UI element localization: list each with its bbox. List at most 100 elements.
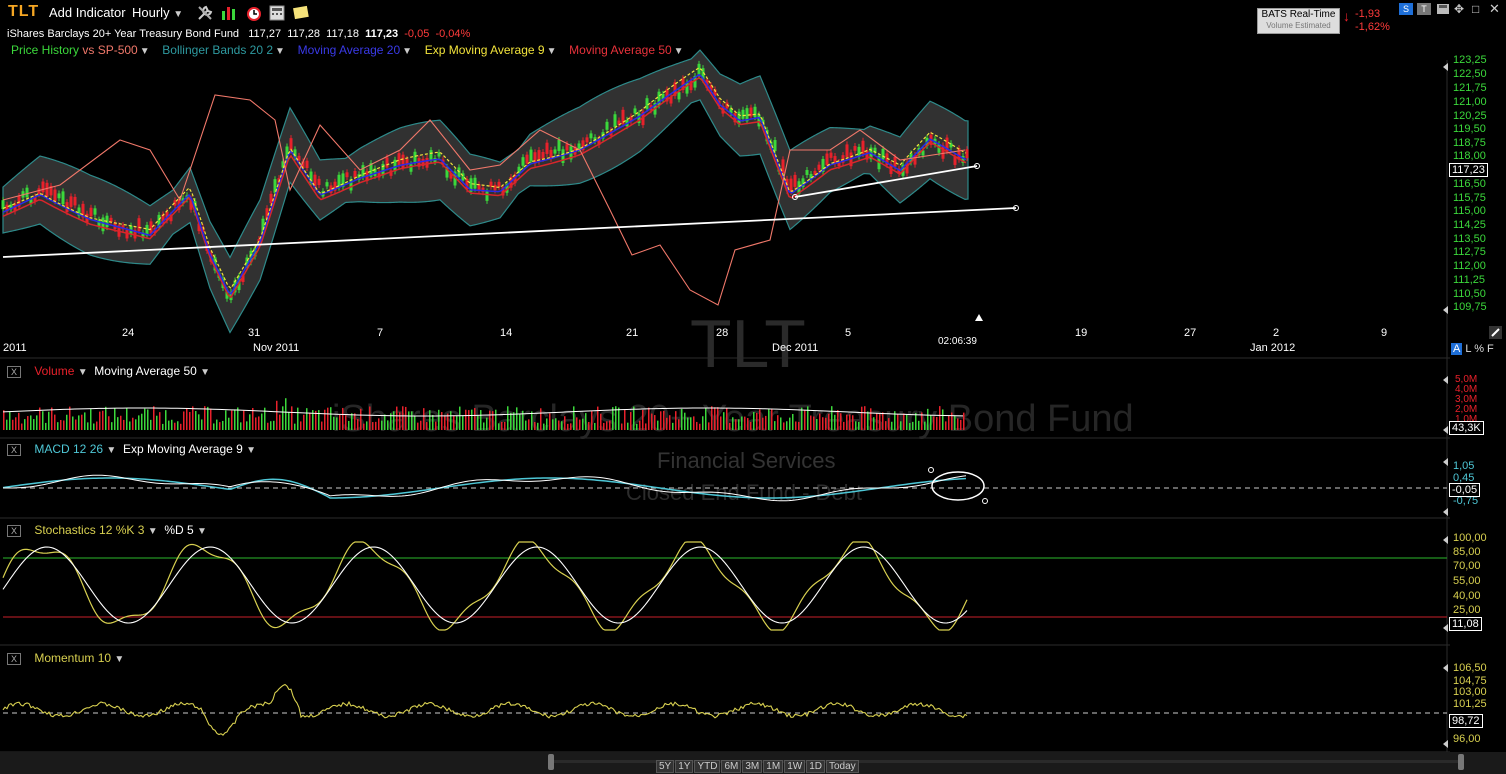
volume-bar [636,423,638,430]
volume-bar [354,413,356,430]
range-handle-right[interactable] [1458,754,1464,770]
volume-bar [678,419,680,430]
candle-body [645,98,649,109]
volume-bar [579,419,581,430]
range-button[interactable]: 1Y [675,760,694,773]
volume-bar [762,417,764,430]
volume-title[interactable]: Volume [34,364,74,378]
close-pane-icon[interactable]: X [7,365,21,378]
momentum-tick-label: 101,25 [1453,698,1487,710]
range-button[interactable]: 3M [742,760,763,773]
volume-bar [72,416,74,430]
candle-body [493,184,497,191]
volume-bar [879,414,881,430]
volume-bar [138,415,140,430]
close-pane-icon[interactable]: X [7,443,21,456]
volume-bar [399,412,401,430]
volume-bar [915,413,917,430]
volume-bar [885,421,887,430]
price-tick-label: 113,50 [1453,233,1486,245]
volume-bar [897,414,899,430]
volume-bar [486,417,488,430]
close-pane-icon[interactable]: X [7,524,21,537]
chevron-down-icon[interactable]: ▼ [78,367,88,378]
volume-bar [39,407,41,430]
range-button[interactable]: 1M [763,760,784,773]
range-button[interactable]: 1D [806,760,825,773]
volume-bar [330,407,332,430]
chevron-down-icon[interactable]: ▼ [148,526,158,537]
volume-bar [900,421,902,430]
momentum-title[interactable]: Momentum 10 [34,651,111,665]
month-label: Nov 2011 [253,342,300,354]
price-tick-label: 112,00 [1453,260,1486,272]
stoch-title[interactable]: Stochastics 12 %K 3 [34,523,144,537]
volume-bar [231,410,233,430]
candle-body [829,152,833,158]
chevron-down-icon[interactable]: ▼ [246,445,256,456]
candle-body [805,170,809,175]
candle-body [361,165,365,178]
stoch-d[interactable]: %D 5 [164,523,193,537]
volume-bar [582,418,584,430]
scale-arrow [1443,740,1448,748]
volume-bar [279,414,281,430]
volume-bar [9,411,11,430]
volume-bar [78,415,80,430]
volume-bar [414,415,416,430]
volume-bar [537,422,539,430]
candle-body [845,144,849,158]
chevron-down-icon[interactable]: ▼ [114,654,124,665]
chart-canvas[interactable] [0,0,1506,774]
volume-bar [633,406,635,430]
volume-bar [834,414,836,430]
macd-title[interactable]: MACD 12 26 [34,442,103,456]
volume-bar [774,421,776,430]
close-pane-icon[interactable]: X [7,652,21,665]
scale-log[interactable]: L [1465,343,1471,355]
scale-fit[interactable]: F [1487,343,1494,355]
volume-bar [432,415,434,430]
volume-bar [132,417,134,430]
volume-bar [591,411,593,430]
volume-bar [405,406,407,430]
volume-bar [348,420,350,430]
macd-ema[interactable]: Exp Moving Average 9 [123,442,243,456]
volume-bar [840,413,842,430]
volume-bar [939,406,941,430]
volume-bar [930,415,932,430]
volume-bar [276,400,278,430]
volume-bar [843,421,845,430]
pencil-icon[interactable] [1489,326,1502,339]
chevron-down-icon[interactable]: ▼ [197,526,207,537]
volume-bar [54,414,56,430]
macd-current-badge: -0,05 [1449,483,1481,497]
scale-arrow [1443,664,1448,672]
scale-pct[interactable]: % [1474,343,1484,355]
range-button[interactable]: 6M [721,760,742,773]
candle-body [93,208,97,215]
range-button[interactable]: 1W [784,760,806,773]
volume-bar [909,422,911,430]
candle-body [149,221,153,234]
volume-bar [468,410,470,430]
date-tick-label: 27 [1184,327,1197,339]
range-button[interactable]: 5Y [656,760,675,773]
volume-bar [924,421,926,430]
cursor-time: 02:06:39 [938,336,977,347]
scale-auto[interactable]: A [1451,343,1463,355]
volume-ma[interactable]: Moving Average 50 [94,364,197,378]
chevron-down-icon[interactable]: ▼ [200,367,210,378]
chevron-down-icon[interactable]: ▼ [106,445,116,456]
volume-bar [645,423,647,430]
volume-bar [813,416,815,430]
volume-bar [192,406,194,430]
volume-bar [435,421,437,430]
momentum-tick-label: 106,50 [1453,662,1487,674]
volume-bar [816,419,818,430]
range-button[interactable]: YTD [694,760,721,773]
volume-bar [336,417,338,430]
volume-bar [180,423,182,430]
volume-bar [252,407,254,430]
range-button[interactable]: Today [825,760,859,773]
